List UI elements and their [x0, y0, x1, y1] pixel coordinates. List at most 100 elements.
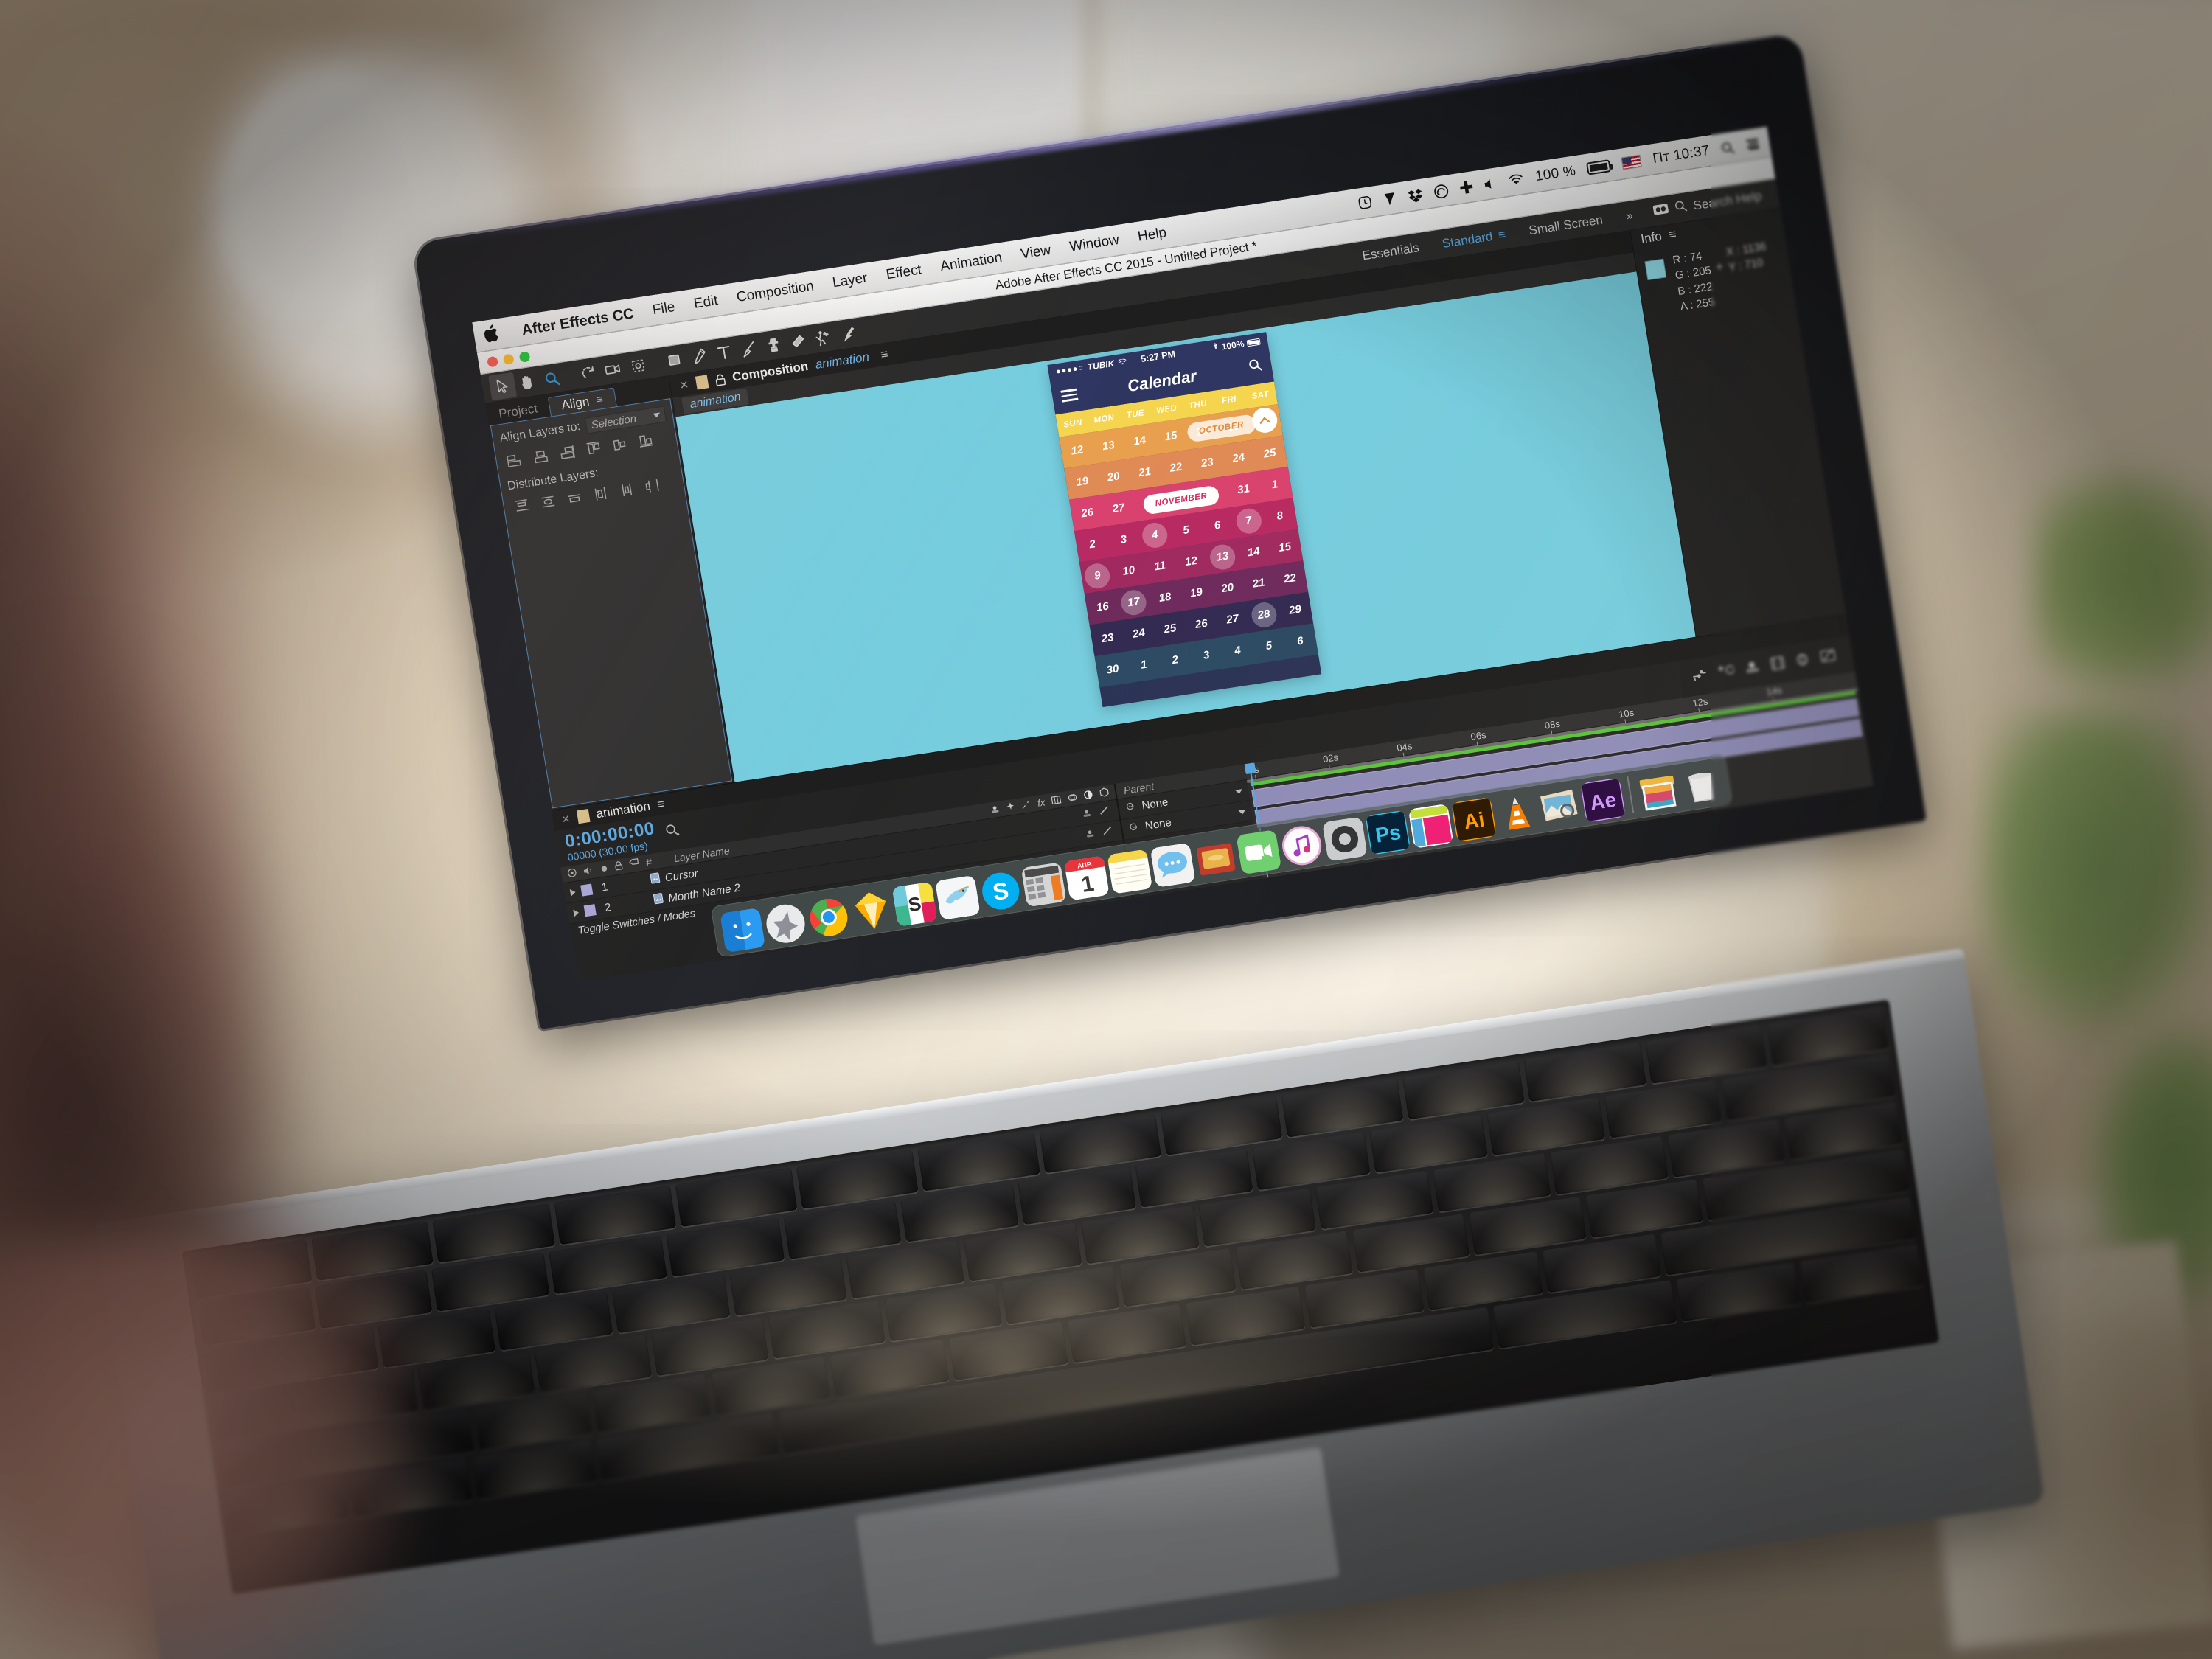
align-top-icon[interactable]	[581, 437, 606, 459]
calendar-day-cell[interactable]: 29	[1277, 592, 1313, 628]
calendar-day-cell[interactable]: 13	[1204, 539, 1240, 575]
us-flag-icon[interactable]	[1621, 154, 1643, 170]
calendar-day-cell[interactable]: 12	[1059, 432, 1095, 468]
health-cross-icon[interactable]	[1459, 180, 1474, 194]
camera-tool-icon[interactable]	[599, 355, 627, 383]
align-horizontal-center-icon[interactable]	[529, 445, 554, 467]
trash-icon[interactable]	[1678, 762, 1724, 807]
calendar-day-cell[interactable]: 13	[1091, 428, 1127, 464]
chevron-right-icon[interactable]	[573, 908, 580, 917]
curve-editor-icon[interactable]	[1819, 647, 1838, 667]
collapse-switch-icon[interactable]	[1005, 801, 1015, 814]
workspace-overflow[interactable]: »	[1612, 199, 1646, 233]
layer-switches[interactable]	[1085, 824, 1122, 841]
3d-renderer-icon[interactable]	[1794, 651, 1812, 672]
notes-icon[interactable]	[1107, 849, 1152, 894]
solo-toggle-icon[interactable]	[599, 862, 609, 874]
calendar-day-cell[interactable]: 7	[1231, 503, 1267, 539]
preview-icon[interactable]	[1537, 784, 1583, 830]
zoom-tool-icon[interactable]	[538, 364, 566, 393]
battery-icon[interactable]	[1586, 159, 1612, 175]
calendar-day-cell[interactable]: 31	[1225, 471, 1262, 507]
itunes-icon[interactable]	[1279, 823, 1325, 869]
vlc-icon[interactable]	[1494, 790, 1540, 835]
calendar-day-cell[interactable]: 19	[1178, 574, 1214, 611]
calendar-day-cell[interactable]: 30	[1094, 652, 1130, 688]
calendar-day-cell[interactable]: 25	[1152, 611, 1188, 647]
facetime-icon[interactable]	[1236, 830, 1281, 875]
eraser-tool-icon[interactable]	[784, 327, 813, 355]
calendar-day-cell[interactable]: 4	[1220, 633, 1256, 669]
calendar-day-cell[interactable]: 26	[1183, 606, 1220, 642]
panel-menu-icon[interactable]: ≡	[595, 390, 605, 410]
calendar-day-cell[interactable]: 2	[1074, 526, 1110, 563]
quality-switch-icon[interactable]	[1020, 799, 1032, 812]
calendar-day-cell[interactable]: 23	[1189, 445, 1225, 481]
label-color-icon[interactable]	[628, 858, 640, 871]
chevron-down-icon[interactable]	[1234, 788, 1243, 795]
frame-blend-icon[interactable]	[1769, 655, 1787, 675]
cti-head[interactable]	[1244, 762, 1256, 775]
panel-menu-icon[interactable]: ≡	[1668, 227, 1677, 243]
shy-switch-icon[interactable]	[1081, 807, 1093, 821]
seven-icon[interactable]	[1382, 191, 1398, 206]
menu-clock[interactable]: Пт 10:37	[1652, 142, 1711, 167]
calendar-day-cell[interactable]: 25	[1251, 435, 1287, 471]
sketch-icon[interactable]	[849, 888, 894, 933]
pen-tool-icon[interactable]	[685, 342, 714, 371]
distribute-left-icon[interactable]	[588, 483, 613, 505]
contacts-icon[interactable]	[1193, 836, 1239, 881]
quality-switch-icon[interactable]	[1098, 804, 1112, 818]
calendar-day-cell[interactable]: 3	[1105, 521, 1141, 557]
distribute-bottom-icon[interactable]	[562, 487, 587, 509]
calendar-day-cell[interactable]: 8	[1262, 498, 1298, 534]
calendar-day-cell[interactable]: 1	[1126, 647, 1162, 683]
photoshop-icon[interactable]: Ps	[1365, 810, 1411, 855]
calendar-day-cell[interactable]: 27	[1100, 490, 1136, 526]
search-icon[interactable]	[664, 821, 682, 842]
audio-toggle-icon[interactable]	[582, 864, 594, 877]
skype-icon[interactable]: S	[978, 869, 1023, 914]
search-icon[interactable]	[1720, 140, 1736, 155]
calendar-day-cell[interactable]: 3	[1189, 637, 1225, 673]
minimize-window-button[interactable]	[502, 352, 515, 365]
messages-icon[interactable]	[1150, 843, 1196, 888]
shy-icon[interactable]	[1743, 658, 1762, 678]
lock-icon[interactable]	[714, 372, 726, 386]
quality-switch-icon[interactable]	[1102, 825, 1116, 839]
calendar-day-cell[interactable]: 19	[1064, 464, 1100, 500]
dropbox-icon[interactable]	[1408, 187, 1424, 203]
calendar-day-cell[interactable]: 5	[1251, 628, 1287, 664]
phone-calendar-grid[interactable]: 12131415161718OCTOBER1920212223242526272…	[1059, 404, 1318, 688]
motion-blur-switch-icon[interactable]	[1067, 791, 1078, 804]
video-toggle-icon[interactable]	[566, 867, 577, 880]
selection-tool-icon[interactable]	[487, 372, 518, 400]
finder-icon[interactable]	[720, 908, 765, 953]
calendar-day-cell[interactable]: 23	[1090, 620, 1126, 656]
calendar-day-cell[interactable]: 11	[1142, 548, 1178, 584]
layer-switches[interactable]	[1081, 804, 1119, 821]
hand-tool-icon[interactable]	[513, 368, 542, 397]
distribute-vertical-center-icon[interactable]	[535, 490, 560, 512]
chevron-down-icon[interactable]	[1238, 809, 1247, 815]
calendar-day-cell[interactable]: 12	[1173, 543, 1209, 580]
motion-blur-icon[interactable]	[1717, 662, 1736, 683]
notification-center-icon[interactable]	[1745, 137, 1760, 150]
calendar-day-cell[interactable]: 17	[1116, 584, 1152, 620]
slack-icon[interactable]: S	[891, 881, 938, 927]
calendar-day-cell[interactable]: 15	[1267, 529, 1303, 566]
chrome-icon[interactable]	[806, 894, 852, 940]
calendar-day-cell[interactable]: 6	[1199, 507, 1235, 543]
shy-switch-icon[interactable]	[1085, 828, 1096, 842]
calendar-day-cell[interactable]: 26	[1069, 495, 1105, 531]
system-preferences-icon[interactable]	[1322, 816, 1368, 861]
search-icon[interactable]	[1674, 199, 1688, 217]
calendar-day-cell[interactable]: 21	[1127, 454, 1163, 490]
calendar-day-cell[interactable]: 24	[1220, 440, 1256, 476]
pickwhip-icon[interactable]	[1127, 821, 1141, 836]
apple-logo-icon[interactable]	[483, 322, 506, 347]
graph-editor-icon[interactable]	[1691, 667, 1709, 686]
creative-cloud-icon[interactable]	[1433, 183, 1450, 200]
calendar-day-cell[interactable]: 24	[1121, 616, 1157, 652]
calendar-day-cell[interactable]: 6	[1282, 623, 1318, 659]
